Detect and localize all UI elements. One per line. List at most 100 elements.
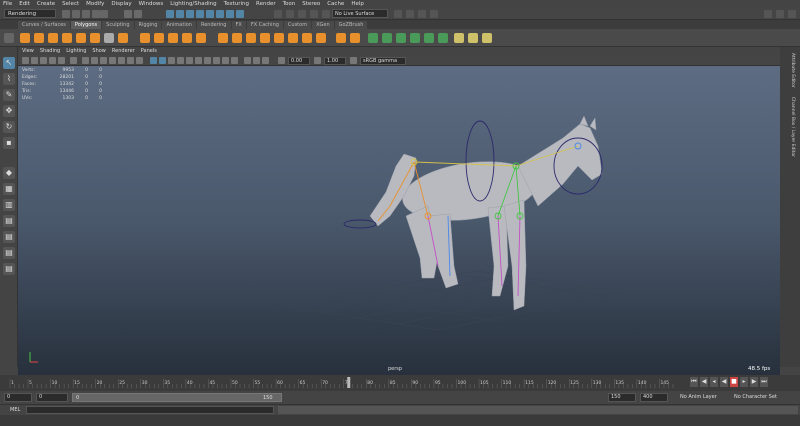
step-back-icon[interactable]: ◂ [710,377,718,387]
history-icon[interactable] [274,10,282,18]
extrude-icon[interactable] [218,33,228,43]
shelf-tab-rigging[interactable]: Rigging [134,21,162,29]
tab-channel-box[interactable]: Channel Box / Layer Editor [785,97,795,157]
step-forward-key-icon[interactable]: ▶ [750,377,758,387]
bridge-icon[interactable] [246,33,256,43]
lasso-tool-icon[interactable]: ⌇ [3,73,15,85]
panel-menu-renderer[interactable]: Renderer [112,48,135,54]
end-frame-field[interactable]: 400 [640,393,668,402]
start-frame-field[interactable]: 0 [4,393,32,402]
motion-blur-icon[interactable] [213,57,220,64]
select-tool-icon[interactable]: ↖ [3,57,15,69]
menu-windows[interactable]: Windows [139,1,164,7]
mel-label[interactable]: MEL [10,407,20,413]
uv-editor-icon[interactable] [368,33,378,43]
grease-pencil-icon[interactable] [70,57,77,64]
four-view-icon[interactable]: ▦ [3,183,15,195]
playhead[interactable] [347,377,351,388]
spherical-map-icon[interactable] [410,33,420,43]
panel-menu-lighting[interactable]: Lighting [66,48,86,54]
menu-display[interactable]: Display [111,1,131,7]
combine-icon[interactable] [140,33,150,43]
shelf-tab-gozbrush[interactable]: GoZBrush [334,21,368,29]
layout-four-icon[interactable] [788,10,796,18]
shadows-icon[interactable] [195,57,202,64]
symmetry-icon[interactable] [394,10,402,18]
wireframe-on-shaded-icon[interactable] [168,57,175,64]
shelf-tab-animation[interactable]: Animation [162,21,196,29]
outliner-icon[interactable]: ▤ [3,247,15,259]
unfold-icon[interactable] [438,33,448,43]
live-surface-field[interactable]: No Live Surface [332,9,388,18]
fill-hole-icon[interactable] [274,33,284,43]
paint-select-icon[interactable]: ✎ [3,89,15,101]
menu-stereo[interactable]: Stereo [302,1,320,7]
persp-outliner-icon[interactable]: ▤ [3,231,15,243]
attribute-icon[interactable] [430,10,438,18]
hypershade-icon[interactable]: ▤ [3,263,15,275]
safe-title-icon[interactable] [136,57,143,64]
menu-toon[interactable]: Toon [283,1,296,7]
gamma-icon[interactable] [314,57,321,64]
render-settings-icon[interactable] [322,10,330,18]
use-lights-icon[interactable] [186,57,193,64]
menu-create[interactable]: Create [37,1,55,7]
panel-menu-panels[interactable]: Panels [141,48,157,54]
separate-icon[interactable] [154,33,164,43]
bevel-icon[interactable] [232,33,242,43]
persp-graph-icon[interactable]: ▤ [3,215,15,227]
menu-render[interactable]: Render [256,1,276,7]
snap-point-icon[interactable] [186,10,194,18]
command-input[interactable] [26,406,274,414]
shelf-tab-fx[interactable]: FX [231,21,246,29]
range-start-field[interactable]: 0 [36,393,68,402]
menu-file[interactable]: File [3,1,12,7]
panel-menu-shading[interactable]: Shading [40,48,60,54]
shelf-tab-curves-surfaces[interactable]: Curves / Surfaces [18,21,70,29]
smooth-shade-icon[interactable] [159,57,166,64]
menu-cache[interactable]: Cache [327,1,344,7]
shelf-tab-sculpting[interactable]: Sculpting [102,21,134,29]
textured-icon[interactable] [177,57,184,64]
exposure-field[interactable]: 0.00 [288,57,310,65]
boolean-icon[interactable] [196,33,206,43]
xray-joints-icon[interactable] [262,57,269,64]
cylindrical-map-icon[interactable] [396,33,406,43]
cut-uv-icon[interactable] [468,33,478,43]
anim-layer-dropdown[interactable]: No Anim Layer [680,394,717,400]
snap-view-icon[interactable] [196,10,204,18]
menu-lighting-shading[interactable]: Lighting/Shading [170,1,216,7]
poly-sphere-icon[interactable] [20,33,30,43]
menu-select[interactable]: Select [62,1,79,7]
snap-curve-icon[interactable] [176,10,184,18]
render-view-icon[interactable] [286,10,294,18]
mirror-icon[interactable] [182,33,192,43]
move-tool-icon[interactable]: ✥ [3,105,15,117]
xray-icon[interactable] [406,10,414,18]
planar-map-icon[interactable] [382,33,392,43]
poly-cone-icon[interactable] [62,33,72,43]
smooth-icon[interactable] [168,33,178,43]
menu-help[interactable]: Help [351,1,364,7]
resolution-gate-icon[interactable] [100,57,107,64]
goto-start-icon[interactable]: ⏮ [690,377,698,387]
range-end-field[interactable]: 150 [608,393,636,402]
poly-platonic-icon[interactable] [118,33,128,43]
poly-cube-icon[interactable] [34,33,44,43]
field-chart-icon[interactable] [118,57,125,64]
target-weld-icon[interactable] [336,33,346,43]
step-forward-icon[interactable]: ▸ [740,377,748,387]
single-view-icon[interactable]: ◆ [3,167,15,179]
layout-two-icon[interactable] [776,10,784,18]
shelf-tab-rendering[interactable]: Rendering [196,21,231,29]
select-hierarchy-icon[interactable] [124,10,132,18]
poly-plane-icon[interactable] [90,33,100,43]
gamma-field[interactable]: 1.00 [324,57,346,65]
panel-menu-view[interactable]: View [22,48,34,54]
rotate-tool-icon[interactable]: ↻ [3,121,15,133]
snap-curve2-icon[interactable] [236,10,244,18]
collapse-icon[interactable] [302,33,312,43]
gate-mask-icon[interactable] [109,57,116,64]
auto-map-icon[interactable] [424,33,434,43]
merge-icon[interactable] [288,33,298,43]
